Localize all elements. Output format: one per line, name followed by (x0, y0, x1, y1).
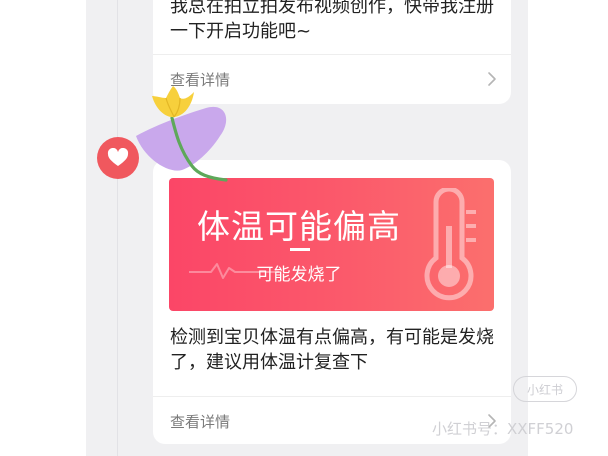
thermometer-icon (424, 188, 476, 301)
watermark-logo: 小红书 (513, 376, 577, 402)
banner-divider (290, 248, 310, 251)
heartbeat-line-icon (189, 263, 279, 279)
watermark-logo-text: 小红书 (526, 382, 563, 397)
watermark-id: 小红书号：XXFF520 (432, 420, 574, 438)
card-divider (153, 396, 511, 397)
message-text: 检测到宝贝体温有点偏高，有可能是发烧了，建议用体温计复查下 (170, 327, 494, 373)
alert-banner: 体温可能偏高 可能发烧了 (169, 178, 494, 311)
view-details-label: 查看详情 (170, 412, 231, 431)
heart-icon (107, 148, 129, 166)
timeline-line (117, 0, 118, 456)
tulip-flower-sticker (136, 86, 228, 182)
message-card[interactable]: 体温可能偏高 可能发烧了 检测到宝贝体温有点偏高，有可能是发烧了，建议用体温计复… (153, 160, 511, 444)
screen: 我总在拍立拍发布视频创作，快带我注册一下开启功能吧~ 查看详情 体温可能偏高 可… (0, 0, 608, 456)
banner-title: 体温可能偏高 (197, 207, 401, 246)
message-text: 我总在拍立拍发布视频创作，快带我注册一下开启功能吧~ (170, 0, 494, 42)
chevron-right-icon (488, 72, 496, 86)
card-divider (153, 54, 511, 55)
